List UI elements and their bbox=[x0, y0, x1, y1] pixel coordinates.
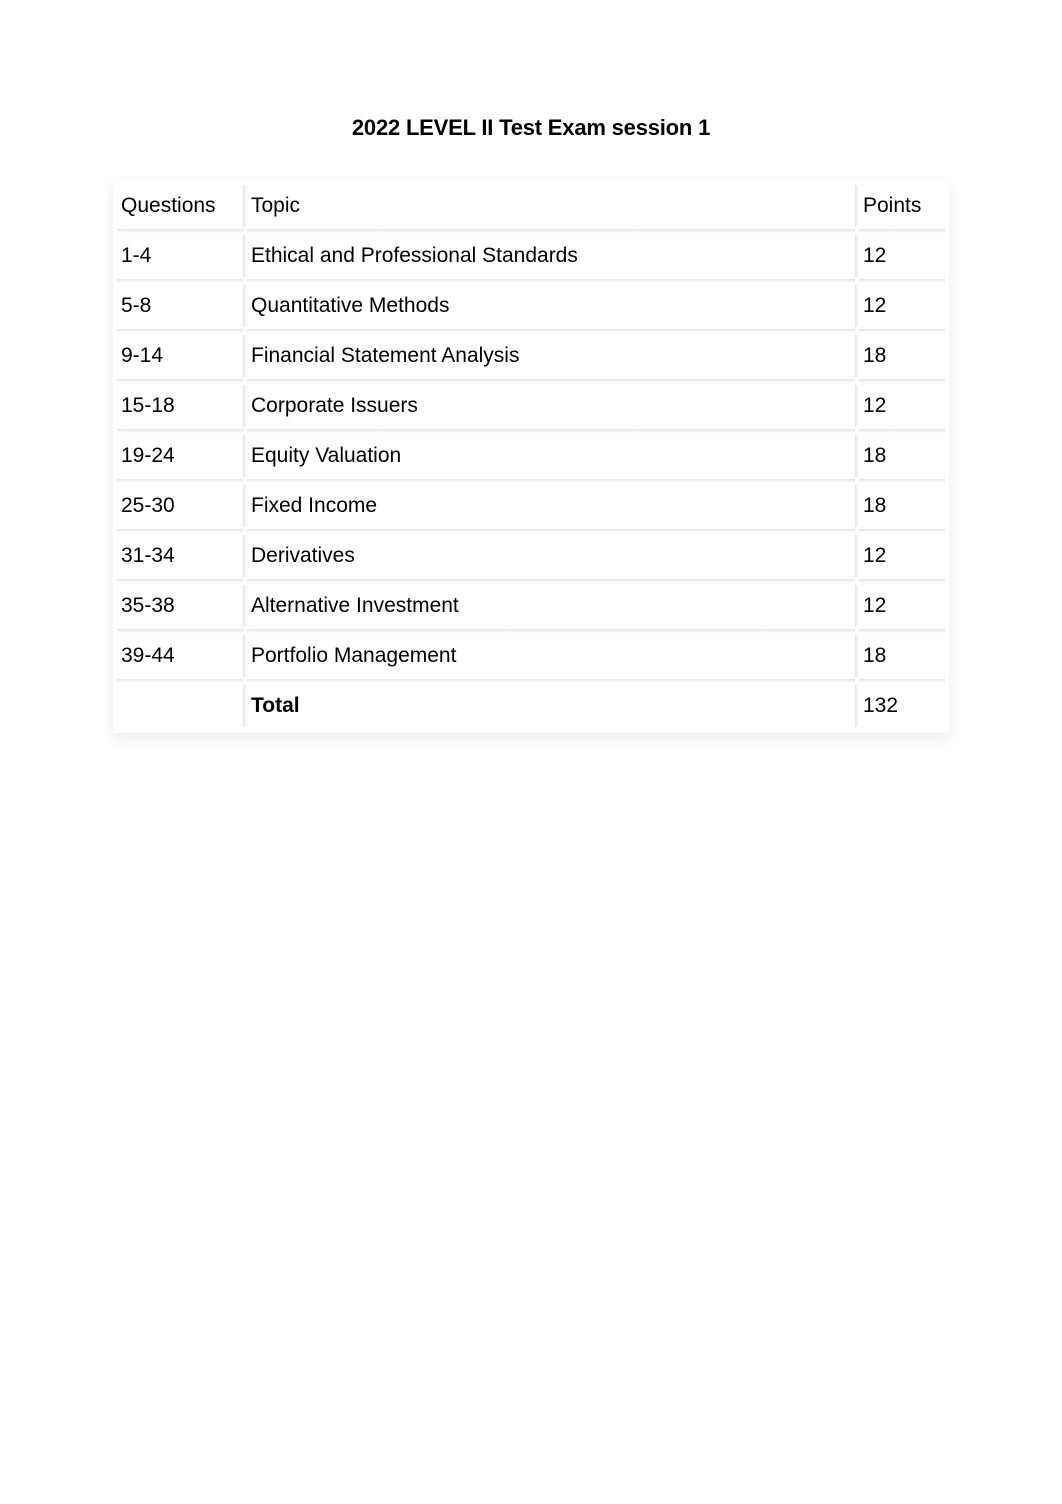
page-title: 2022 LEVEL II Test Exam session 1 bbox=[115, 115, 947, 141]
table-total-row: Total 132 bbox=[115, 681, 947, 731]
table-row: 25-30 Fixed Income 18 bbox=[115, 481, 947, 531]
table-row: 19-24 Equity Valuation 18 bbox=[115, 431, 947, 481]
cell-points: 18 bbox=[857, 631, 947, 681]
cell-points: 18 bbox=[857, 481, 947, 531]
cell-questions: 19-24 bbox=[115, 431, 245, 481]
total-questions bbox=[115, 681, 245, 731]
cell-questions: 25-30 bbox=[115, 481, 245, 531]
cell-topic: Derivatives bbox=[245, 531, 857, 581]
table-row: 35-38 Alternative Investment 12 bbox=[115, 581, 947, 631]
cell-points: 18 bbox=[857, 431, 947, 481]
cell-questions: 35-38 bbox=[115, 581, 245, 631]
cell-points: 12 bbox=[857, 381, 947, 431]
header-topic: Topic bbox=[245, 181, 857, 231]
header-points: Points bbox=[857, 181, 947, 231]
cell-topic: Fixed Income bbox=[245, 481, 857, 531]
table-row: 15-18 Corporate Issuers 12 bbox=[115, 381, 947, 431]
table-row: 39-44 Portfolio Management 18 bbox=[115, 631, 947, 681]
cell-questions: 31-34 bbox=[115, 531, 245, 581]
cell-topic: Portfolio Management bbox=[245, 631, 857, 681]
cell-points: 12 bbox=[857, 531, 947, 581]
topics-table: Questions Topic Points 1-4 Ethical and P… bbox=[115, 181, 947, 731]
total-points: 132 bbox=[857, 681, 947, 731]
cell-topic: Corporate Issuers bbox=[245, 381, 857, 431]
cell-questions: 15-18 bbox=[115, 381, 245, 431]
document-page: 2022 LEVEL II Test Exam session 1 Questi… bbox=[0, 0, 1062, 731]
table-row: 31-34 Derivatives 12 bbox=[115, 531, 947, 581]
table-row: 1-4 Ethical and Professional Standards 1… bbox=[115, 231, 947, 281]
cell-points: 12 bbox=[857, 231, 947, 281]
table-header-row: Questions Topic Points bbox=[115, 181, 947, 231]
total-label: Total bbox=[245, 681, 857, 731]
cell-questions: 39-44 bbox=[115, 631, 245, 681]
cell-points: 18 bbox=[857, 331, 947, 381]
cell-topic: Quantitative Methods bbox=[245, 281, 857, 331]
header-questions: Questions bbox=[115, 181, 245, 231]
cell-questions: 5-8 bbox=[115, 281, 245, 331]
cell-topic: Alternative Investment bbox=[245, 581, 857, 631]
cell-questions: 9-14 bbox=[115, 331, 245, 381]
cell-questions: 1-4 bbox=[115, 231, 245, 281]
cell-points: 12 bbox=[857, 281, 947, 331]
table-row: 5-8 Quantitative Methods 12 bbox=[115, 281, 947, 331]
table-row: 9-14 Financial Statement Analysis 18 bbox=[115, 331, 947, 381]
cell-points: 12 bbox=[857, 581, 947, 631]
cell-topic: Equity Valuation bbox=[245, 431, 857, 481]
cell-topic: Ethical and Professional Standards bbox=[245, 231, 857, 281]
cell-topic: Financial Statement Analysis bbox=[245, 331, 857, 381]
